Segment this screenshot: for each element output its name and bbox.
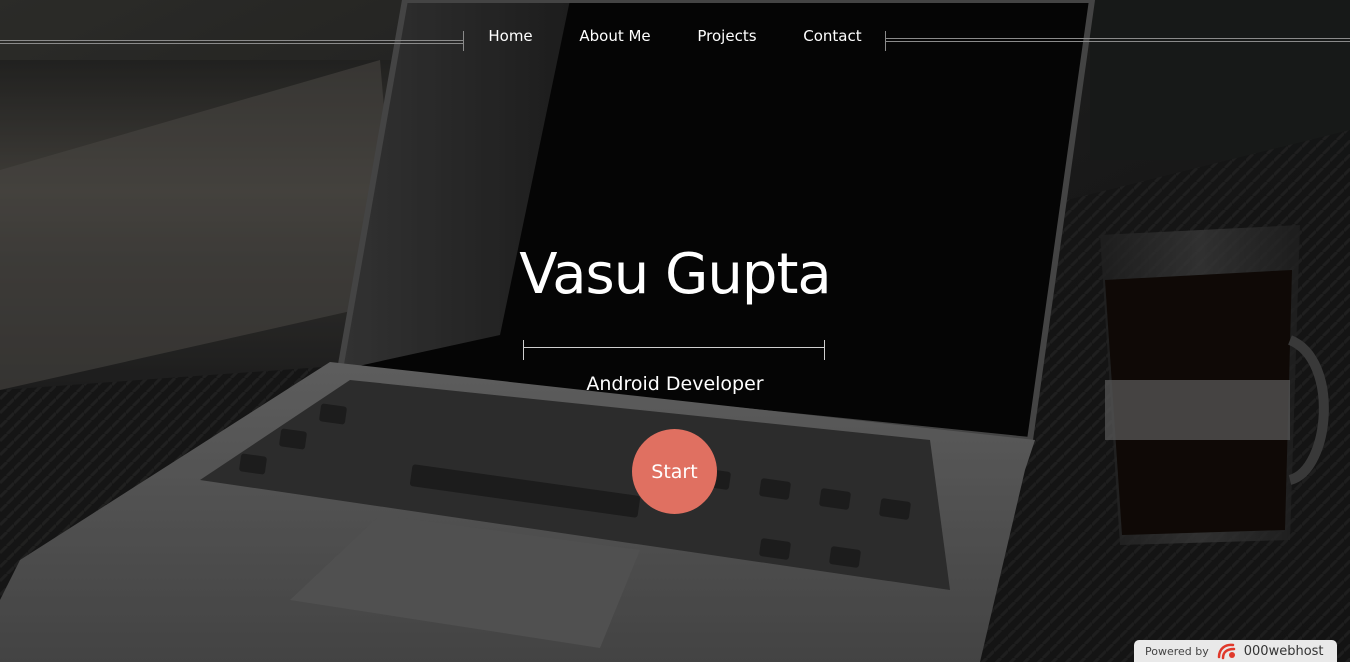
- powered-by-brand: 000webhost: [1243, 643, 1324, 659]
- hero-subtitle: Android Developer: [586, 373, 764, 395]
- hero-title: Vasu Gupta: [519, 242, 831, 307]
- start-button[interactable]: Start: [632, 429, 717, 514]
- nav-item-projects[interactable]: Projects: [689, 23, 764, 49]
- hero-divider: [523, 340, 825, 360]
- main-nav: Home About Me Projects Contact: [465, 22, 885, 50]
- powered-by-label: Powered by: [1145, 644, 1209, 658]
- nav-divider-right: [885, 31, 1350, 51]
- hero-background-photo: [0, 0, 1350, 662]
- nav-item-about-me[interactable]: About Me: [571, 23, 658, 49]
- nav-item-contact[interactable]: Contact: [795, 23, 869, 49]
- nav-item-home[interactable]: Home: [480, 23, 540, 49]
- powered-by-badge[interactable]: Powered by 000webhost: [1134, 640, 1337, 662]
- nav-divider-left: [0, 31, 464, 51]
- 000webhost-logo-icon: [1215, 641, 1239, 661]
